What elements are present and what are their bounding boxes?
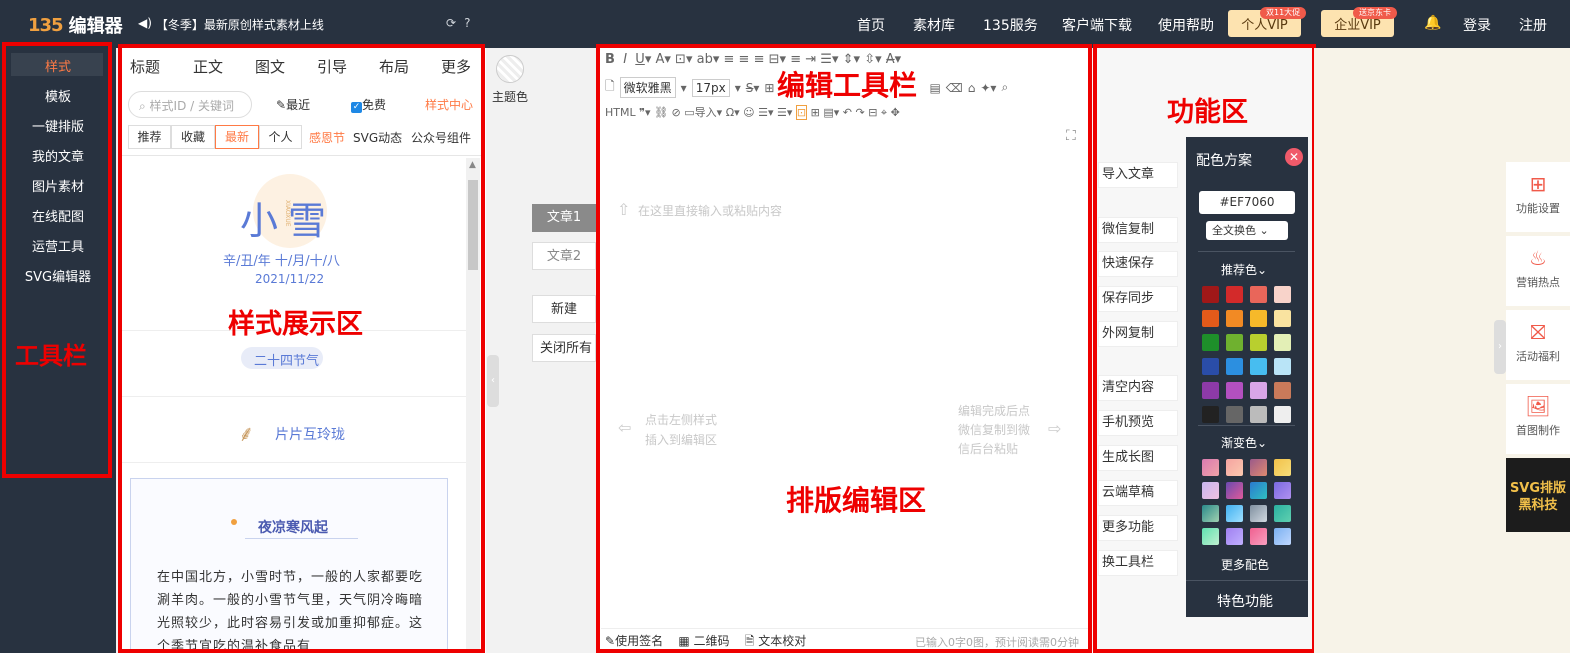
nav-home[interactable]: 首页 (857, 15, 885, 35)
nav-135-service[interactable]: 135服务 (983, 15, 1038, 35)
hot-topics-label: 营销热点 (1516, 276, 1560, 289)
logo[interactable]: 135 编辑器 (28, 12, 123, 38)
notice[interactable]: ◀) 【冬季】最新原创样式素材上线 (138, 16, 324, 33)
doc-tab-1[interactable]: 文章1 (532, 204, 596, 232)
personal-vip-button[interactable]: 个人VIP 双11大促 (1228, 7, 1307, 37)
nav-client-download[interactable]: 客户端下载 (1062, 15, 1132, 35)
benefits-item[interactable]: ⛝ 活动福利 (1506, 310, 1570, 380)
logo-mark: 135 (28, 14, 64, 36)
expand-handle[interactable]: › (1494, 320, 1506, 374)
svg-badge-line-1: SVG排版 (1509, 481, 1567, 496)
register-link[interactable]: 注册 (1519, 15, 1547, 35)
bell-icon[interactable]: 🔔 (1424, 15, 1441, 31)
benefits-label: 活动福利 (1516, 350, 1560, 363)
personal-vip-tag: 双11大促 (1260, 7, 1307, 19)
top-bar: 135 编辑器 ◀) 【冬季】最新原创样式素材上线 ⟳ ? 首页 素材库 135… (0, 0, 1570, 48)
new-doc-button[interactable]: 新建 (532, 295, 596, 323)
svg-badge-line-2: 黑科技 (1518, 498, 1558, 513)
settings-label: 功能设置 (1516, 202, 1560, 215)
function-annotation-box (1093, 44, 1316, 653)
toolbar-annotation-box (2, 42, 112, 478)
theme-color-swatch[interactable] (496, 55, 524, 83)
logo-text: 编辑器 (68, 16, 123, 37)
enterprise-vip-tag: 送京东卡 (1353, 7, 1397, 19)
speaker-icon: ◀) (138, 16, 152, 30)
help-icon[interactable]: ? (464, 16, 470, 30)
login-link[interactable]: 登录 (1463, 15, 1491, 35)
style-area-annotation-label: 样式展示区 (228, 309, 363, 340)
notice-text: 【冬季】最新原创样式素材上线 (155, 18, 324, 32)
cover-image-label: 首图制作 (1516, 424, 1560, 437)
refresh-icon[interactable]: ⟳ (446, 16, 456, 30)
editor-annotation-box (596, 44, 1092, 653)
gift-icon: ⛝ (1530, 320, 1546, 344)
enterprise-vip-button[interactable]: 企业VIP 送京东卡 (1321, 7, 1397, 37)
grid-icon: ⊞ (1529, 172, 1547, 196)
notice-controls: ⟳ ? (446, 16, 470, 30)
nav-help[interactable]: 使用帮助 (1158, 15, 1214, 35)
cover-image-item[interactable]: 🖼 首图制作 (1506, 384, 1570, 454)
theme-color-label: 主题色 (492, 90, 529, 104)
fire-icon: ♨ (1529, 246, 1547, 270)
doc-tab-2[interactable]: 文章2 (532, 242, 596, 270)
settings-item[interactable]: ⊞ 功能设置 (1506, 162, 1570, 232)
svg-badge[interactable]: SVG排版 黑科技 (1506, 458, 1570, 532)
nav-material[interactable]: 素材库 (913, 15, 955, 35)
close-all-button[interactable]: 关闭所有 (532, 334, 596, 362)
hot-topics-item[interactable]: ♨ 营销热点 (1506, 236, 1570, 306)
style-area-annotation-box (118, 44, 485, 653)
collapse-handle[interactable]: ‹ (487, 355, 499, 407)
toolbar-annotation-label: 工具栏 (15, 342, 87, 370)
image-icon: 🖼 (1525, 394, 1551, 418)
